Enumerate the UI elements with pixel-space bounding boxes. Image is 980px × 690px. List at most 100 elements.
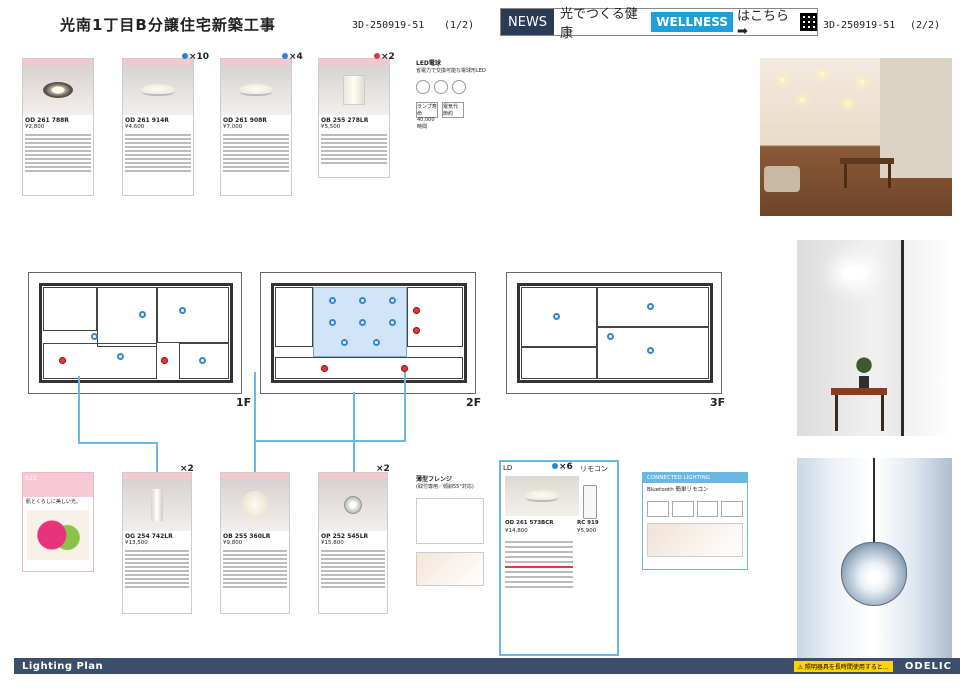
product-card: OB 255 360LR ¥9,800 <box>220 472 290 614</box>
news-banner[interactable]: NEWS 光でつくる健康 WELLNESS はこちら➡ <box>500 5 818 41</box>
spec-lines <box>123 130 193 176</box>
photo-window <box>901 240 952 436</box>
plan-room <box>275 287 313 347</box>
wall-light-icon <box>343 75 365 105</box>
remote-control-icon <box>583 485 597 519</box>
product-code: OD 261 908R <box>223 117 267 124</box>
product-image <box>505 476 579 516</box>
product-image <box>221 65 291 115</box>
plan-room <box>157 287 229 343</box>
spec-lines <box>221 130 291 176</box>
ceiling-spot <box>780 78 784 82</box>
fixture-marker-red <box>321 365 328 372</box>
fixture-marker-red <box>413 307 420 314</box>
spec-lines <box>319 130 389 168</box>
remote-tag: リモコン <box>580 465 608 473</box>
floor-label: 2F <box>466 396 482 409</box>
product-image <box>319 65 389 115</box>
fixture-marker <box>91 333 98 340</box>
pendant-photo <box>797 458 952 658</box>
product-code: OG 254 742LR <box>125 533 173 540</box>
fixture-marker <box>389 319 396 326</box>
connector-line <box>353 392 355 472</box>
news-text: 光でつくる健康 <box>560 7 638 41</box>
flange-photo <box>416 552 484 586</box>
floor-plan-2f <box>260 272 476 394</box>
spec-lines <box>319 546 387 592</box>
fixture-marker <box>389 297 396 304</box>
r15-image <box>27 510 89 560</box>
product-code: OD 261 914R <box>125 117 169 124</box>
document-code-right: 3D-250919-51 <box>823 20 896 31</box>
plan-room <box>43 287 97 331</box>
r15-text: 肌とくらしに美しい光。 <box>26 499 81 505</box>
product-image <box>23 65 93 115</box>
globe-light-icon <box>242 491 268 519</box>
photo-table-leg <box>844 164 847 188</box>
product-image <box>123 65 193 115</box>
fixture-marker-red <box>401 365 408 372</box>
wellness-label: WELLNESS <box>651 12 733 32</box>
product-image <box>221 479 289 531</box>
downlight-icon <box>43 82 73 98</box>
footer-warning: ⚠ 照明器具を長時間使用すると… <box>793 660 893 672</box>
photo-glass-shade <box>841 542 907 606</box>
marker-dot-icon <box>374 53 380 59</box>
flange-title: 薄型フレンジ <box>416 476 453 483</box>
photo-cord <box>873 458 875 544</box>
fixture-marker <box>139 311 146 318</box>
bracket-light-icon <box>151 489 163 521</box>
photo-plant <box>853 350 875 388</box>
news-link[interactable]: はこちら➡ <box>733 5 796 39</box>
fixture-marker <box>329 297 336 304</box>
page-number-right: (2/2) <box>910 20 941 31</box>
product-code: OP 252 545LR <box>321 533 369 540</box>
page-title: 光南1丁目B分譲住宅新築工事 <box>60 16 276 34</box>
product-code: OB 255 360LR <box>223 533 271 540</box>
connected-photo <box>647 523 743 557</box>
led-subtitle: 省電力で交換可能な電球形LED <box>416 68 486 74</box>
connector-line <box>78 442 158 444</box>
fixture-marker <box>647 303 654 310</box>
photo-desk-leg <box>835 395 838 431</box>
floor-label: 3F <box>710 396 726 409</box>
flange-diagram <box>416 498 484 544</box>
fixture-marker-red <box>161 357 168 364</box>
fixture-marker-red <box>413 327 420 334</box>
fixture-marker <box>179 307 186 314</box>
plan-room <box>407 287 463 347</box>
energy-badge: 電気代 節約 <box>442 102 464 118</box>
r15-label: R15 <box>23 473 93 497</box>
product-card: OD 261 908R ¥7,000 <box>220 58 292 196</box>
connected-lighting-panel: CONNECTED LIGHTING Bluetooth 簡単リモコン <box>642 472 748 570</box>
product-card: OD 261 788R ¥2,800 <box>22 58 94 196</box>
fixture-marker <box>199 357 206 364</box>
bulb-icons <box>416 80 488 94</box>
spec-lines <box>505 538 573 591</box>
connected-bar: CONNECTED LIGHTING <box>643 473 747 483</box>
product-card: OP 252 545LR ¥15,800 <box>318 472 388 614</box>
qr-code-icon <box>800 13 817 31</box>
quantity-badge: ×2 <box>374 52 395 62</box>
bulb-icon <box>452 80 466 94</box>
floor-plan-3f <box>506 272 722 394</box>
footer-bar: Lighting Plan ⚠ 照明器具を長時間使用すると… ODELIC <box>14 658 960 674</box>
photo-sofa <box>764 166 800 192</box>
product-image <box>319 479 387 531</box>
product-code: OD 261 573BCR <box>505 520 554 526</box>
connector-line <box>254 440 404 442</box>
remote-price: ¥5,900 <box>577 528 597 534</box>
connector-line <box>156 442 158 472</box>
ceiling-spot <box>846 102 850 106</box>
spec-lines <box>23 130 93 176</box>
plan-room <box>97 287 157 347</box>
product-image <box>123 479 191 531</box>
marker-dot-icon <box>282 53 288 59</box>
spec-lines <box>221 546 289 592</box>
quantity-badge: ×10 <box>182 52 209 62</box>
quantity-badge: ×2 <box>376 464 390 474</box>
plan-room <box>275 357 463 379</box>
flange-subtitle: (取付専用／傾斜55°対応) <box>416 484 474 490</box>
ceiling-spot <box>860 80 864 84</box>
wall-light-photo <box>797 240 952 436</box>
